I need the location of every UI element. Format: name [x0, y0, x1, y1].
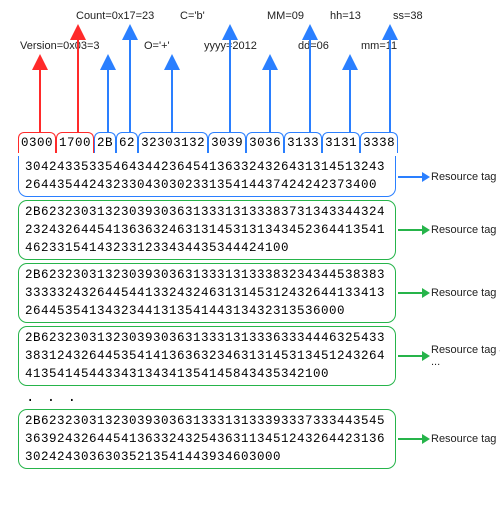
header-label: Count=0x17=23 — [76, 10, 154, 22]
hex-header-group: 3133 — [284, 132, 322, 153]
hex-header-group: 1700 — [56, 132, 94, 153]
resource-tag-row: 2B62323031323039303631333131333933373334… — [20, 409, 490, 469]
resource-tag-row: 2B62323031323039303631333131333837313433… — [20, 200, 490, 260]
arrow-right-icon — [396, 347, 431, 365]
hex-header-group: 32303132 — [138, 132, 208, 153]
resource-tag-block: 3042433533546434423645413633243264313145… — [18, 156, 396, 197]
header-labels-row-1: Count=0x17=23 C='b' MM=09 hh=13 ss=38 — [20, 10, 490, 30]
resource-tag-row: 2B62323031323039303631333131333832343445… — [20, 263, 490, 323]
arrow-right-icon — [396, 168, 431, 186]
header-arrows — [20, 62, 490, 132]
ellipsis: . . . — [26, 390, 490, 406]
resource-tag-block: 2B62323031323039303631333131333933373334… — [18, 409, 396, 469]
arrow-right-icon — [396, 430, 431, 448]
hex-header-group: 3338 — [360, 132, 398, 153]
header-label: mm=11 — [361, 40, 397, 52]
header-label: O='+' — [144, 40, 170, 52]
hex-header-group: 3039 — [208, 132, 246, 153]
header-label: Version=0x03=3 — [20, 40, 100, 52]
resource-tag-block: 2B62323031323039303631333131333832343445… — [18, 263, 396, 323]
header-label: dd=06 — [298, 40, 329, 52]
resource-tag-block: 2B62323031323039303631333131333837313433… — [18, 200, 396, 260]
hex-header-group: 3036 — [246, 132, 284, 153]
hex-header-row: 030017002B623230313230393036313331313338 — [18, 132, 490, 153]
hex-header-group: 0300 — [18, 132, 56, 153]
final-tag-area: 2B62323031323039303631333131333933373334… — [20, 409, 490, 469]
resource-tag-row: 2B62323031323039303631333131333633344463… — [20, 326, 490, 386]
arrow-right-icon — [396, 284, 431, 302]
resource-tag-label: Resource tag 23 — [431, 433, 500, 445]
resource-tag-area: 3042433533546434423645413633243264313145… — [20, 156, 490, 386]
resource-tag-label: Resource tag 3 — [431, 287, 500, 299]
header-label: MM=09 — [267, 10, 304, 22]
resource-tag-block: 2B62323031323039303631333131333633344463… — [18, 326, 396, 386]
resource-tag-label: Resource tag 2 — [431, 224, 500, 236]
resource-tag-label: Resource tag 4... — [431, 344, 500, 368]
header-label: C='b' — [180, 10, 205, 22]
hex-header-group: 2B — [94, 132, 116, 153]
arrow-right-icon — [396, 221, 431, 239]
header-label: ss=38 — [393, 10, 423, 22]
resource-tag-label: Resource tag 1 — [431, 171, 500, 183]
header-labels-row-2: Version=0x03=3O='+'yyyy=2012dd=06mm=11 — [20, 40, 490, 60]
header-label: hh=13 — [330, 10, 361, 22]
resource-tag-row: 3042433533546434423645413633243264313145… — [20, 156, 490, 197]
hex-header-group: 3131 — [322, 132, 360, 153]
hex-header-group: 62 — [116, 132, 138, 153]
